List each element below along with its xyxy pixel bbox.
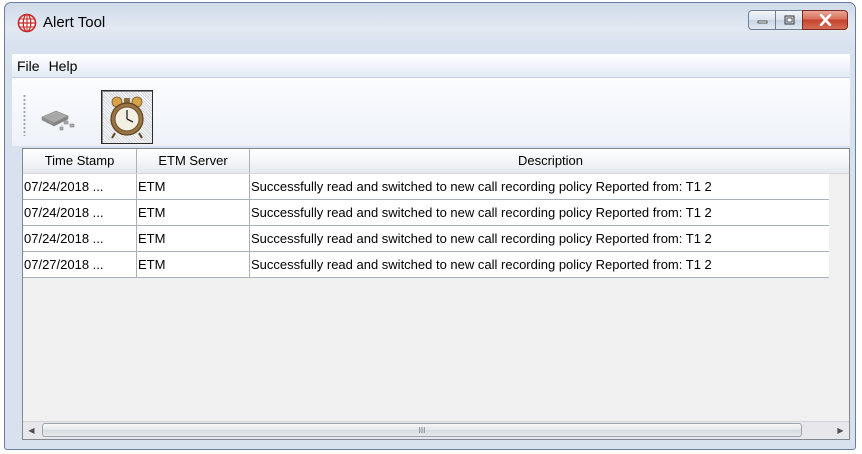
window-title: Alert Tool [43, 14, 106, 31]
cell-etm-server: ETM [137, 174, 250, 199]
menu-help[interactable]: Help [44, 58, 82, 74]
cell-time-stamp: 07/27/2018 ... [23, 252, 137, 277]
menu-bar: File Help [12, 54, 850, 78]
alarm-button[interactable] [101, 90, 153, 144]
column-header-description[interactable]: Description [250, 149, 849, 173]
toolbar-grip[interactable] [23, 94, 26, 136]
horizontal-scrollbar[interactable]: ◀ III ▶ [23, 421, 849, 439]
cell-description: Successfully read and switched to new ca… [251, 205, 712, 220]
column-header-etm-server[interactable]: ETM Server [137, 149, 250, 173]
cell-time-stamp: 07/24/2018 ... [23, 174, 137, 199]
table-header: Time Stamp ETM Server Description [23, 149, 849, 174]
cell-description: Successfully read and switched to new ca… [251, 179, 712, 194]
maximize-button[interactable] [775, 10, 802, 30]
arrow-left-icon: ◀ [28, 426, 35, 435]
maximize-icon [784, 15, 794, 25]
arrow-right-icon: ▶ [837, 426, 844, 435]
alert-tool-window: Alert Tool File Help Time Stamp ETM Serv… [4, 2, 856, 450]
menu-file[interactable]: File [12, 58, 44, 74]
table-row[interactable]: 07/24/2018 ... ETM Successfully read and… [23, 174, 829, 200]
scroll-right-button[interactable]: ▶ [832, 422, 849, 439]
scrollbar-grip: III [418, 426, 426, 435]
close-icon [819, 14, 831, 26]
cell-time-stamp: 07/24/2018 ... [23, 226, 137, 251]
title-bar[interactable]: Alert Tool [5, 3, 855, 41]
cell-time-stamp: 07/24/2018 ... [23, 200, 137, 225]
network-button[interactable] [34, 90, 86, 144]
table-row[interactable]: 07/27/2018 ... ETM Successfully read and… [23, 252, 829, 278]
cell-description: Successfully read and switched to new ca… [251, 257, 712, 272]
toolbar [12, 78, 850, 146]
scroll-left-button[interactable]: ◀ [23, 422, 40, 439]
alarm-clock-icon [110, 96, 144, 139]
caption-buttons [748, 10, 848, 30]
minimize-button[interactable] [748, 10, 775, 30]
table-row[interactable]: 07/24/2018 ... ETM Successfully read and… [23, 226, 829, 252]
network-icon [41, 110, 75, 131]
cell-description: Successfully read and switched to new ca… [251, 231, 712, 246]
globe-icon [17, 13, 37, 33]
alerts-table: Time Stamp ETM Server Description 07/24/… [22, 148, 850, 440]
cell-etm-server: ETM [137, 252, 250, 277]
cell-etm-server: ETM [137, 200, 250, 225]
scrollbar-thumb[interactable]: III [42, 423, 802, 437]
column-header-time-stamp[interactable]: Time Stamp [23, 149, 137, 173]
minimize-icon [757, 20, 767, 24]
cell-etm-server: ETM [137, 226, 250, 251]
table-row[interactable]: 07/24/2018 ... ETM Successfully read and… [23, 200, 829, 226]
close-button[interactable] [802, 10, 848, 30]
